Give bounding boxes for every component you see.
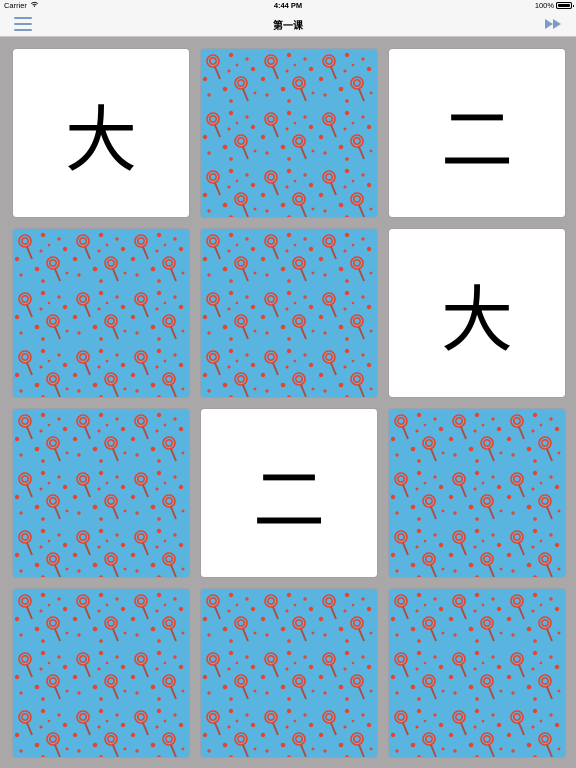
card-12[interactable]: [388, 588, 566, 758]
lollipop-pattern-icon: [201, 229, 377, 397]
navigation-bar: 第一课: [0, 12, 576, 37]
lollipop-pattern-icon: [13, 409, 189, 577]
page-title: 第一课: [273, 21, 303, 32]
lollipop-pattern-icon: [201, 49, 377, 217]
fast-forward-icon[interactable]: [544, 18, 562, 30]
card-5[interactable]: [200, 228, 378, 398]
lollipop-pattern-icon: [13, 229, 189, 397]
card-character: 二: [440, 97, 513, 182]
card-11[interactable]: [200, 588, 378, 758]
clock: 4:44 PM: [273, 1, 303, 10]
card-2[interactable]: [200, 48, 378, 218]
card-3[interactable]: 二: [388, 48, 566, 218]
card-4[interactable]: [12, 228, 190, 398]
card-1[interactable]: 大: [12, 48, 190, 218]
status-bar: Carrier 4:44 PM 100%: [0, 0, 576, 12]
lollipop-pattern-icon: [389, 589, 565, 757]
lollipop-pattern-icon: [389, 409, 565, 577]
card-6[interactable]: 大: [388, 228, 566, 398]
card-character: 大: [440, 277, 513, 362]
lollipop-pattern-icon: [201, 589, 377, 757]
battery-icon: [556, 2, 574, 9]
lollipop-pattern-icon: [13, 589, 189, 757]
card-8[interactable]: 二: [200, 408, 378, 578]
card-10[interactable]: [12, 588, 190, 758]
card-9[interactable]: [388, 408, 566, 578]
card-7[interactable]: [12, 408, 190, 578]
card-character: 大: [64, 97, 137, 182]
card-character: 二: [252, 457, 325, 542]
battery-percentage: 100%: [534, 1, 554, 10]
